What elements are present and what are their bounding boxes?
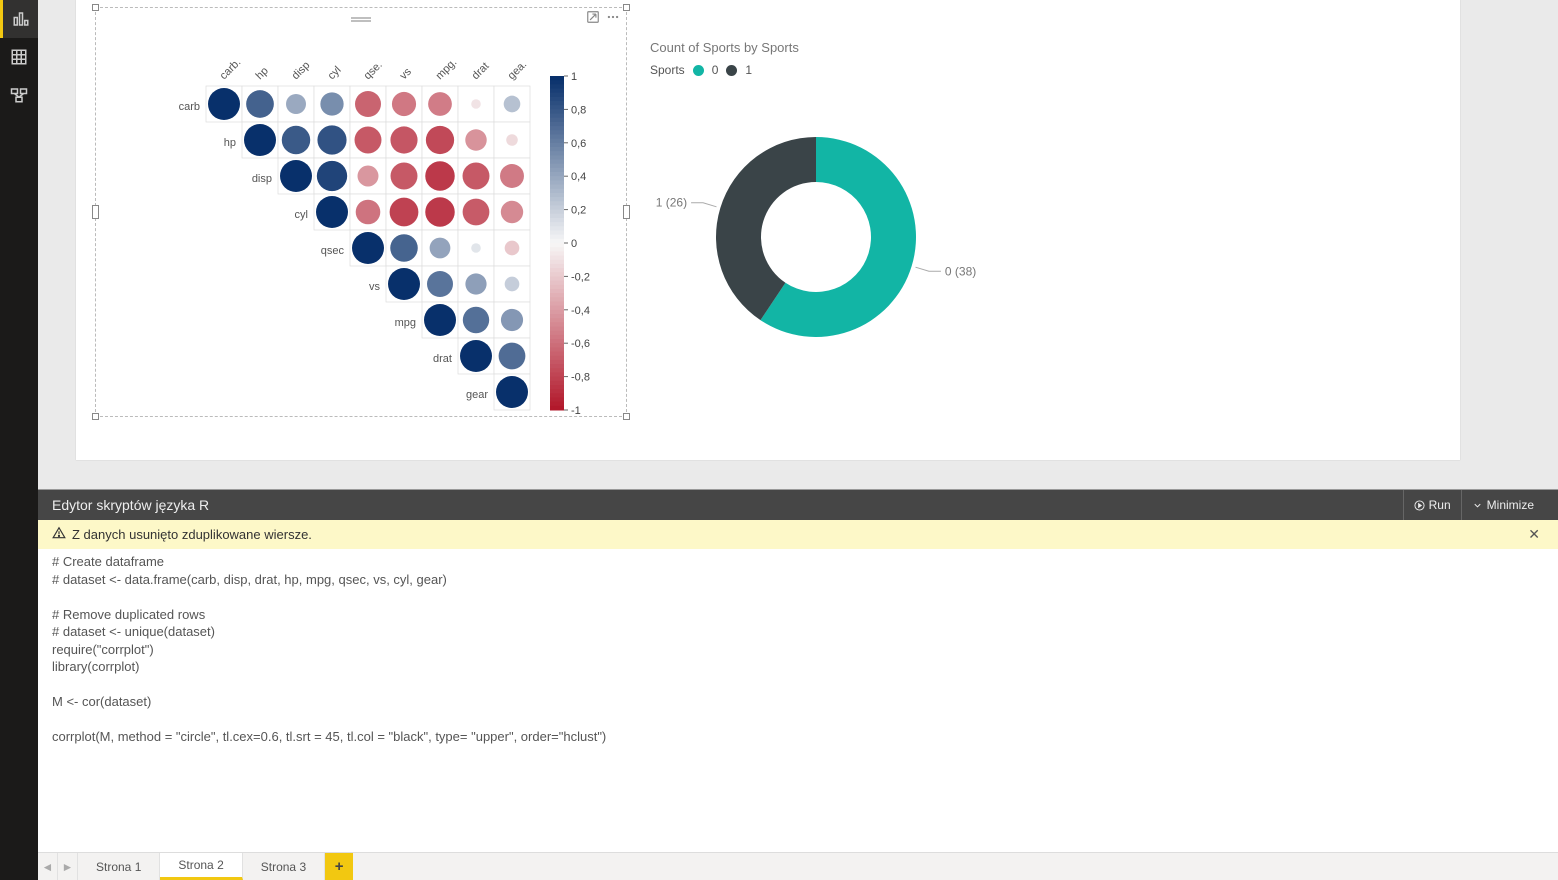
svg-text:cyl: cyl	[295, 209, 308, 221]
svg-text:0: 0	[571, 238, 577, 250]
view-switcher	[0, 0, 38, 880]
donut-legend: Sports 0 1	[650, 63, 1006, 77]
svg-text:hp: hp	[224, 137, 236, 149]
svg-text:-0,6: -0,6	[571, 338, 590, 350]
legend-title: Sports	[650, 63, 685, 77]
donut-visual[interactable]: Count of Sports by Sports Sports 0 1 0 (…	[646, 30, 1006, 400]
svg-text:1: 1	[571, 71, 577, 83]
legend-swatch-0	[693, 65, 704, 76]
warning-icon	[52, 526, 66, 543]
donut-title: Count of Sports by Sports	[650, 40, 1006, 55]
svg-text:cyl: cyl	[326, 64, 344, 82]
page-tab[interactable]: Strona 1	[78, 853, 160, 880]
svg-text:mpg: mpg	[395, 317, 416, 329]
svg-text:hp: hp	[254, 65, 271, 82]
close-warning-button[interactable]: ✕	[1524, 526, 1544, 543]
script-titlebar: Edytor skryptów języka R Run Minimize	[38, 490, 1558, 520]
svg-text:0,6: 0,6	[571, 138, 586, 150]
drag-handle-icon[interactable]	[351, 11, 371, 19]
svg-text:carb: carb	[179, 101, 200, 113]
svg-text:-0,8: -0,8	[571, 372, 590, 384]
resize-handle[interactable]	[623, 413, 630, 420]
svg-text:0 (38): 0 (38)	[945, 264, 976, 278]
data-view-button[interactable]	[0, 38, 38, 76]
svg-text:0,4: 0,4	[571, 171, 586, 183]
tab-nav-prev[interactable]: ◄	[38, 853, 58, 880]
svg-text:-0,2: -0,2	[571, 271, 590, 283]
svg-text:-0,4: -0,4	[571, 305, 590, 317]
add-page-button[interactable]: +	[325, 853, 353, 880]
minimize-panel-button[interactable]: Minimize	[1461, 490, 1544, 520]
page-tab[interactable]: Strona 2	[160, 853, 242, 880]
svg-text:mpg.: mpg.	[434, 56, 460, 82]
svg-text:disp: disp	[290, 59, 313, 82]
svg-text:0,8: 0,8	[571, 104, 586, 116]
svg-text:qse.: qse.	[362, 59, 385, 82]
svg-text:-1: -1	[571, 405, 581, 416]
svg-text:qsec: qsec	[321, 245, 345, 257]
svg-text:carb.: carb.	[218, 56, 244, 82]
report-view-button[interactable]	[0, 0, 38, 38]
svg-text:drat: drat	[433, 353, 452, 365]
donut-chart: 0 (38) 1 (26)	[646, 77, 986, 377]
model-view-button[interactable]	[0, 76, 38, 114]
svg-text:0,2: 0,2	[571, 205, 586, 217]
resize-handle[interactable]	[92, 4, 99, 11]
svg-text:vs: vs	[398, 66, 415, 83]
legend-label-0: 0	[712, 63, 719, 77]
svg-text:vs: vs	[369, 281, 381, 293]
focus-mode-icon[interactable]	[586, 10, 600, 27]
tab-nav-next[interactable]: ►	[58, 853, 78, 880]
report-canvas[interactable]: carb.hpdispcylqse.vsmpg.dratgea.carbhpdi…	[38, 0, 1558, 489]
page-tab[interactable]: Strona 3	[243, 853, 325, 880]
resize-handle[interactable]	[623, 4, 630, 11]
svg-text:disp: disp	[252, 173, 272, 185]
svg-text:gear: gear	[466, 389, 488, 401]
svg-text:1 (26): 1 (26)	[656, 196, 687, 210]
resize-handle[interactable]	[92, 205, 99, 219]
r-script-editor: Edytor skryptów języka R Run Minimize Z …	[38, 489, 1558, 852]
resize-handle[interactable]	[623, 205, 630, 219]
run-script-button[interactable]: Run	[1403, 490, 1461, 520]
corrplot-chart: carb.hpdispcylqse.vsmpg.dratgea.carbhpdi…	[96, 8, 626, 416]
r-visual-corrplot[interactable]: carb.hpdispcylqse.vsmpg.dratgea.carbhpdi…	[96, 8, 626, 416]
svg-text:drat: drat	[470, 60, 492, 82]
resize-handle[interactable]	[92, 413, 99, 420]
warning-bar: Z danych usunięto zduplikowane wiersze. …	[38, 520, 1558, 549]
svg-text:gea.: gea.	[506, 58, 530, 82]
legend-swatch-1	[726, 65, 737, 76]
r-code-textarea[interactable]: # Create dataframe # dataset <- data.fra…	[38, 549, 1558, 852]
more-options-icon[interactable]	[606, 10, 620, 27]
page-canvas[interactable]: carb.hpdispcylqse.vsmpg.dratgea.carbhpdi…	[76, 0, 1460, 460]
script-panel-title: Edytor skryptów języka R	[52, 497, 209, 513]
legend-label-1: 1	[745, 63, 752, 77]
warning-text: Z danych usunięto zduplikowane wiersze.	[72, 527, 312, 542]
page-tabs: ◄ ► Strona 1Strona 2Strona 3 +	[38, 852, 1558, 880]
